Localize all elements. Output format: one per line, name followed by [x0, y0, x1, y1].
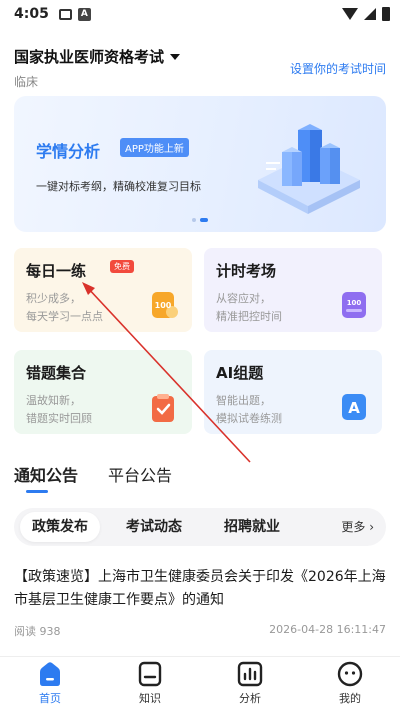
nav-label: 知识	[139, 692, 161, 705]
signal-icon	[364, 8, 376, 20]
card-desc-line2: 模拟试卷练测	[216, 412, 282, 425]
nav-label: 我的	[339, 692, 361, 705]
timed-score-icon: 100	[342, 292, 366, 318]
more-label: 更多	[341, 520, 366, 534]
learning-analysis-banner[interactable]: 学情分析 APP功能上新 一键对标考纲，精确校准复习目标	[14, 96, 386, 232]
notice-tabs: 通知公告 平台公告	[14, 462, 172, 486]
category-policy[interactable]: 政策发布	[20, 512, 100, 542]
card-desc-line2: 错题实时回顾	[26, 412, 92, 425]
home-icon	[40, 662, 60, 686]
card-desc-line2: 每天学习一点点	[26, 310, 103, 323]
wrong-questions-card[interactable]: 错题集合 温故知新， 错题实时回顾	[14, 350, 192, 434]
profile-icon	[337, 661, 363, 687]
banner-title: 学情分析	[36, 142, 101, 161]
status-bar: 4:05 A	[0, 0, 400, 28]
more-categories-button[interactable]: 更多 ›	[341, 508, 374, 546]
wifi-icon	[342, 8, 358, 20]
ai-letter-icon: A	[342, 394, 366, 420]
banner-pagination	[192, 218, 208, 222]
article-date: 2026-04-28 16:11:47	[269, 623, 386, 636]
nav-analysis[interactable]: 分析	[200, 657, 300, 710]
card-desc-line1: 温故知新，	[26, 394, 81, 407]
tab-notice[interactable]: 通知公告	[14, 462, 78, 486]
category-jobs[interactable]: 招聘就业	[224, 508, 280, 546]
card-title: 错题集合	[26, 364, 87, 382]
card-title: 每日一练	[26, 262, 87, 280]
category-bar: 政策发布 考试动态 招聘就业 更多 ›	[14, 508, 386, 546]
active-tab-indicator	[26, 490, 48, 493]
article-read-count: 阅读 938	[14, 625, 61, 638]
exam-title: 国家执业医师资格考试	[14, 48, 165, 66]
card-desc-line1: 从容应对，	[216, 292, 271, 305]
card-title: 计时考场	[216, 262, 277, 280]
card-desc-line1: 智能出题，	[216, 394, 271, 407]
category-exam-news[interactable]: 考试动态	[126, 508, 182, 546]
card-desc-line1: 积少成多，	[26, 292, 81, 305]
ai-letter-icon-text: A	[348, 399, 360, 417]
banner-description: 一键对标考纲，精确校准复习目标	[36, 180, 201, 193]
set-exam-time-link[interactable]: 设置你的考试时间	[290, 60, 386, 77]
tab-platform-notice[interactable]: 平台公告	[108, 462, 172, 486]
article-meta: 阅读 938 2026-04-28 16:11:47	[14, 623, 386, 639]
nav-knowledge[interactable]: 知识	[100, 657, 200, 710]
score-100-icon: 100	[152, 292, 178, 318]
article-title[interactable]: 【政策速览】上海市卫生健康委员会关于印发《2026年上海市基层卫生健康工作要点》…	[14, 566, 386, 612]
header: 国家执业医师资格考试 临床 设置你的考试时间	[14, 46, 386, 89]
banner-new-badge: APP功能上新	[120, 138, 189, 157]
pagination-dot	[192, 218, 196, 222]
status-time: 4:05	[14, 6, 49, 22]
daily-practice-card[interactable]: 每日一练 免费 积少成多， 每天学习一点点 100	[14, 248, 192, 332]
timed-exam-card[interactable]: 计时考场 从容应对， 精准把控时间 100	[204, 248, 382, 332]
nav-profile[interactable]: 我的	[300, 657, 400, 710]
card-title: AI组题	[216, 364, 264, 382]
nav-label: 首页	[39, 692, 61, 705]
card-desc-line2: 精准把控时间	[216, 310, 282, 323]
image-notification-icon	[58, 8, 72, 20]
chevron-right-icon: ›	[369, 520, 374, 534]
bottom-nav: 首页 知识 分析 我的	[0, 656, 400, 710]
analysis-illustration-icon	[258, 124, 360, 214]
ai-compose-card[interactable]: AI组题 智能出题， 模拟试卷练测 A	[204, 350, 382, 434]
free-badge: 免费	[110, 260, 134, 273]
timed-score-icon-text: 100	[347, 299, 362, 307]
app-notification-icon: A	[77, 7, 91, 21]
checklist-icon	[152, 394, 174, 422]
caret-down-icon	[170, 53, 181, 60]
pagination-dot-active	[200, 218, 208, 222]
nav-label: 分析	[239, 692, 261, 705]
battery-icon	[382, 7, 390, 21]
knowledge-icon	[138, 661, 162, 687]
analysis-icon	[237, 661, 263, 687]
score-100-icon-text: 100	[155, 301, 172, 310]
nav-home[interactable]: 首页	[0, 657, 100, 710]
